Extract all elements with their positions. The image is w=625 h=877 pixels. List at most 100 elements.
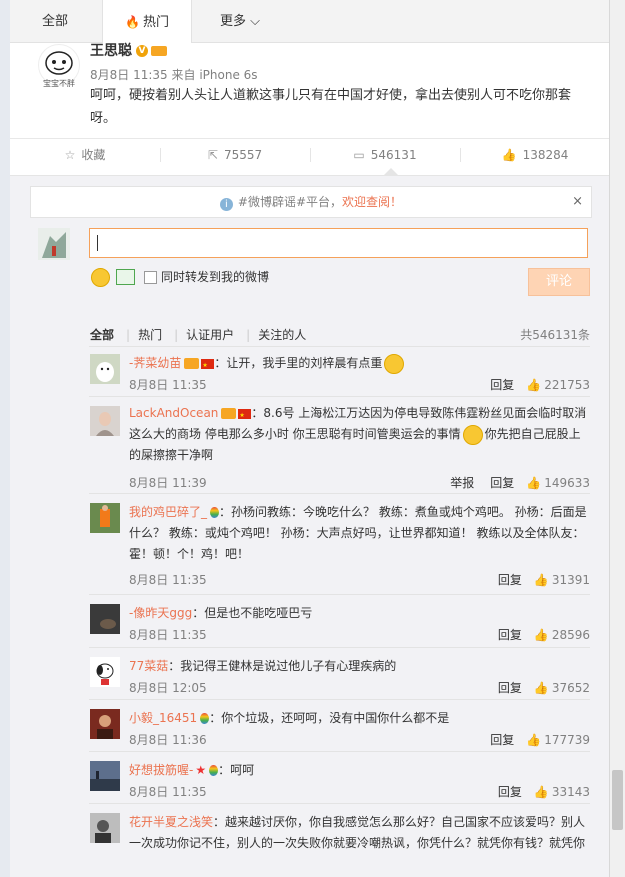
reply-link[interactable]: 回复 <box>498 628 522 642</box>
commenter-name[interactable]: 77菜菇 <box>129 659 168 673</box>
rumor-link[interactable]: 欢迎查阅！ <box>342 195 402 209</box>
divider <box>89 647 590 648</box>
tab-all[interactable]: 全部 <box>30 0 80 42</box>
china-flag-icon <box>238 405 252 426</box>
commenter-name[interactable]: 小毅_16451 <box>129 711 197 725</box>
tab-hot-label: 热门 <box>142 15 169 30</box>
tab-more[interactable]: 更多 ⌵ <box>205 0 275 42</box>
thumbs-up-icon[interactable]: 👍 <box>534 681 549 695</box>
comment-time: 8月8日 11:35 <box>129 785 207 799</box>
repost-checkbox[interactable] <box>144 271 157 284</box>
comment-time: 8月8日 11:36 <box>129 733 207 747</box>
balloon-badge-icon <box>200 713 210 724</box>
tab-hot[interactable]: 🔥 热门 <box>102 0 192 43</box>
commenter-name[interactable]: 我的鸡巴碎了_ <box>129 505 207 519</box>
commenter-name[interactable]: 花开半夏之浅笑 <box>129 815 213 829</box>
comment-body: -像昨天ggg：但是也不能吃哑巴亏 <box>129 603 590 624</box>
comment-time: 8月8日 11:35 <box>129 628 207 642</box>
post-action-bar: ☆ 收藏 ⇱ 75557 ▭ 546131 👍 138284 <box>10 138 610 171</box>
feed-tab-bar: 全部 🔥 热门 更多 ⌵ <box>10 0 610 43</box>
divider <box>89 803 590 804</box>
post-date[interactable]: 8月8日 11:35 <box>90 68 168 82</box>
divider <box>89 594 590 595</box>
repost-checkbox-label[interactable]: 同时转发到我的微博 <box>161 268 269 285</box>
china-flag-icon <box>201 355 215 376</box>
submit-comment-button[interactable]: 评论 <box>528 268 590 296</box>
comment-actions: 回复 👍 177739 <box>474 731 590 748</box>
scrollbar-thumb[interactable] <box>612 770 623 830</box>
report-link[interactable]: 举报 <box>450 476 474 490</box>
reply-link[interactable]: 回复 <box>490 378 514 392</box>
comment-actions: 回复 👍 28596 <box>482 626 590 643</box>
emoji-icon[interactable] <box>91 268 110 287</box>
tab-more-label: 更多 <box>219 14 246 29</box>
girl-avatar-icon <box>90 406 120 436</box>
comment-body: 我的鸡巴碎了_ ：孙杨问教练：今晚吃什么？ 教练：煮鱼或炖个鸡吧。 孙杨：后面是什… <box>129 502 590 565</box>
filter-verified[interactable]: 认证用户 <box>186 328 234 342</box>
commenter-avatar[interactable] <box>90 354 120 384</box>
comment-actions: 回复 👍 37652 <box>482 679 590 696</box>
landscape-avatar-icon <box>90 761 120 791</box>
thumbs-up-icon[interactable]: 👍 <box>526 476 541 490</box>
comment-actions: 回复 👍 33143 <box>482 783 590 800</box>
comment-input[interactable] <box>89 228 588 258</box>
like-button[interactable]: 👍 138284 <box>460 139 610 171</box>
red-photo-avatar-icon <box>90 709 120 739</box>
rumor-prefix[interactable]: #微博辟谣#平台， <box>238 195 342 209</box>
comment-text: ：但是也不能吃哑巴亏 <box>192 606 313 620</box>
favorite-button[interactable]: ☆ 收藏 <box>10 139 160 171</box>
divider <box>89 699 590 700</box>
close-icon[interactable]: × <box>572 187 583 217</box>
commenter-avatar[interactable] <box>90 761 120 791</box>
commenter-name[interactable]: -荠菜幼苗 <box>129 356 181 370</box>
commenter-avatar[interactable] <box>90 406 120 436</box>
comment-body: LackAndOcean：8.6号 上海松江万达因为停电导致陈伟霆粉丝见面会临时… <box>129 403 590 466</box>
reply-link[interactable]: 回复 <box>498 573 522 587</box>
reply-link[interactable]: 回复 <box>498 785 522 799</box>
author-name[interactable]: 王思聪 <box>90 43 132 59</box>
comment-button[interactable]: ▭ 546131 <box>310 139 460 171</box>
like-count: 177739 <box>544 733 590 747</box>
user-avatar-icon <box>38 228 70 260</box>
like-count: 138284 <box>522 148 569 162</box>
chevron-down-icon: ⌵ <box>250 14 260 29</box>
like-count: 221753 <box>544 378 590 392</box>
commenter-avatar[interactable] <box>90 709 120 739</box>
reply-link[interactable]: 回复 <box>498 681 522 695</box>
smiley-emoji-icon <box>384 353 405 374</box>
reply-link[interactable]: 回复 <box>490 476 514 490</box>
commenter-avatar[interactable] <box>90 813 120 843</box>
image-icon[interactable] <box>116 269 135 285</box>
info-icon: i <box>219 198 233 211</box>
thumbs-up-icon: 👍 <box>501 148 517 162</box>
filter-all[interactable]: 全部 <box>90 328 114 342</box>
commenter-name[interactable]: LackAndOcean <box>129 406 218 420</box>
active-pointer <box>384 168 398 175</box>
comment-body: 77菜菇：我记得王健林是说过他儿子有心理疾病的 <box>129 656 590 677</box>
commenter-name[interactable]: 好想拔筋喔- <box>129 763 193 777</box>
thumbs-up-icon[interactable]: 👍 <box>534 785 549 799</box>
scrollbar[interactable] <box>609 0 625 877</box>
filter-hot[interactable]: 热门 <box>138 328 162 342</box>
comment-time: 8月8日 11:35 <box>129 378 207 392</box>
thumbs-up-icon[interactable]: 👍 <box>526 378 541 392</box>
comment-text: ：让开，我手里的刘梓晨有点重 <box>214 356 383 370</box>
thumbs-up-icon[interactable]: 👍 <box>526 733 541 747</box>
filter-following[interactable]: 关注的人 <box>258 328 306 342</box>
comment-text: ：呵呵 <box>218 763 255 777</box>
reply-link[interactable]: 回复 <box>490 733 514 747</box>
commenter-name[interactable]: -像昨天ggg <box>129 606 192 620</box>
commenter-avatar[interactable] <box>90 604 120 634</box>
like-count: 31391 <box>551 573 590 587</box>
post-meta: 8月8日 11:35 来自 iPhone 6s <box>90 66 258 83</box>
bw-photo-avatar-icon <box>90 813 120 843</box>
thumbs-up-icon[interactable]: 👍 <box>534 573 549 587</box>
divider: | <box>174 328 179 342</box>
polar-bear-avatar-icon <box>90 354 120 384</box>
commenter-avatar[interactable] <box>90 503 120 533</box>
comment-time: 8月8日 11:35 <box>129 573 207 587</box>
comment-actions: 回复 👍 221753 <box>474 376 590 393</box>
commenter-avatar[interactable] <box>90 657 120 687</box>
repost-button[interactable]: ⇱ 75557 <box>160 139 310 171</box>
thumbs-up-icon[interactable]: 👍 <box>534 628 549 642</box>
